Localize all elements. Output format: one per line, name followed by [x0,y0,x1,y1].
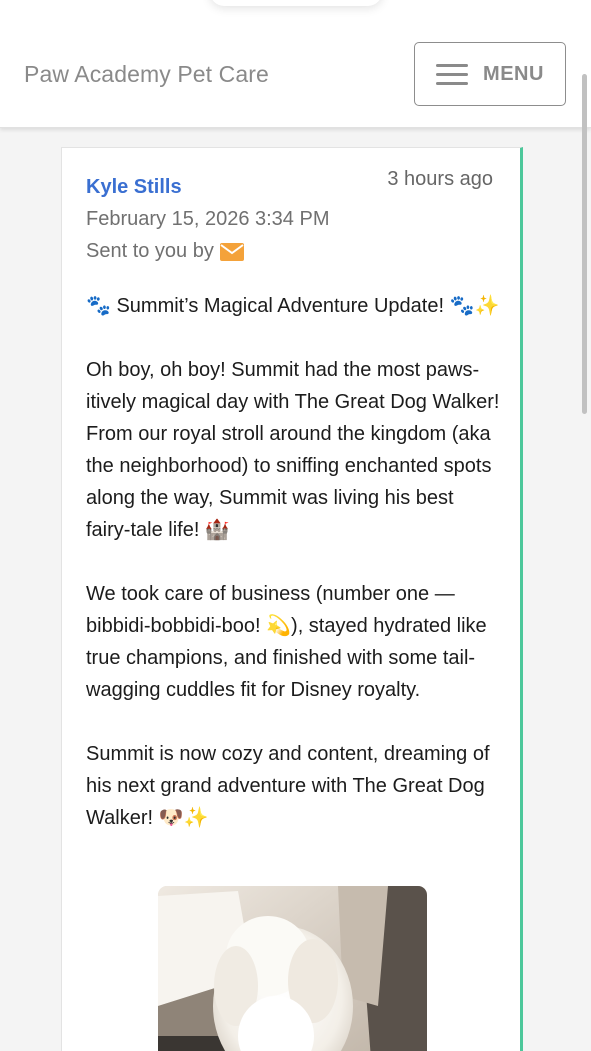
message-paragraph: Oh boy, oh boy! Summit had the most paws… [86,359,506,541]
message-paragraph: 🐾 Summit’s Magical Adventure Update! 🐾✨ [86,295,500,317]
time-ago: 3 hours ago [387,168,493,190]
menu-label: MENU [483,62,544,85]
message-paragraph: Summit is now cozy and content, dreaming… [86,743,496,829]
message-card: Kyle Stills 3 hours ago February 15, 202… [61,147,523,1051]
menu-button[interactable]: MENU [414,42,566,106]
top-header: Paw Academy Pet Care MENU [0,0,591,128]
message-paragraph: We took care of business (number one — b… [86,583,493,701]
brand-name[interactable]: Paw Academy Pet Care [24,61,269,88]
dog-photo[interactable] [158,886,427,1051]
sent-via-label: Sent to you by [86,240,214,262]
scrollbar[interactable] [582,74,587,414]
hamburger-icon [436,63,469,85]
app-page: Paw Academy Pet Care MENU Kyle Stills 3 … [0,0,591,1051]
message-datetime: February 15, 2026 3:34 PM [86,208,330,230]
top-handle [210,0,382,6]
sender-name[interactable]: Kyle Stills [86,176,182,199]
white-fluffy-dog-photo [158,886,427,1051]
sent-via: Sent to you by [86,240,244,263]
envelope-icon [219,242,244,261]
message-body: 🐾 Summit’s Magical Adventure Update! 🐾✨ … [86,290,502,866]
